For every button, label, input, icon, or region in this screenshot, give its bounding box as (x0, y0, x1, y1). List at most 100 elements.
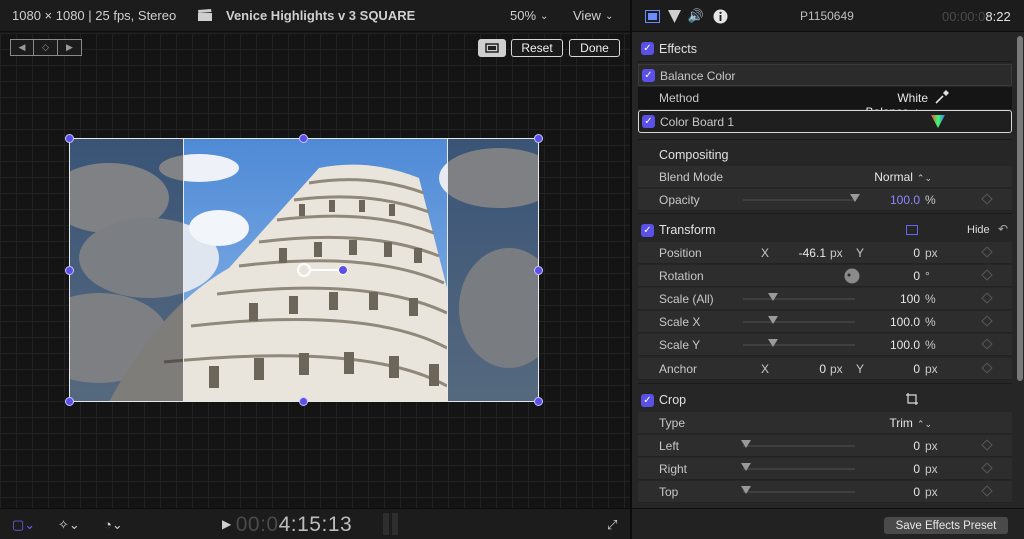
scale-all-slider[interactable] (743, 298, 855, 300)
popup-arrows-icon: ⌃⌄ (916, 419, 932, 429)
position-y-unit: px (925, 246, 938, 260)
add-keyframe-button[interactable]: ◇ (34, 39, 58, 56)
rotation-value[interactable]: 0 (888, 269, 920, 283)
handle-middle-right[interactable] (534, 266, 543, 275)
color-board-row[interactable]: ✓ Color Board 1 (638, 110, 1012, 133)
save-effects-preset-button[interactable]: Save Effects Preset (884, 517, 1008, 534)
balance-color-checkbox[interactable]: ✓ (642, 69, 655, 82)
crop-type-popup[interactable]: Trim ⌃⌄ (878, 416, 932, 430)
done-button[interactable]: Done (569, 39, 620, 57)
opacity-slider-knob[interactable] (850, 194, 860, 202)
scale-y-slider-knob[interactable] (768, 339, 778, 347)
crop-left-slider-knob[interactable] (741, 440, 751, 448)
color-board-checkbox[interactable]: ✓ (642, 115, 655, 128)
view-menu-label: View (573, 8, 601, 23)
eyedropper-icon[interactable] (934, 89, 950, 105)
scale-all-slider-knob[interactable] (768, 293, 778, 301)
inspector-scrollbar[interactable] (1017, 36, 1023, 381)
crop-right-slider-knob[interactable] (741, 463, 751, 471)
crop-top-slider[interactable] (743, 491, 855, 493)
color-inspector-icon[interactable] (666, 8, 682, 24)
scale-all-keyframe-icon[interactable] (981, 292, 993, 304)
magic-wand-icon[interactable]: ✧⌄ (58, 517, 80, 533)
play-icon[interactable]: ▶ (222, 517, 232, 531)
clip-duration: 00:00:08:22 (942, 9, 1011, 24)
opacity-slider[interactable] (743, 199, 855, 201)
zoom-menu[interactable]: 50% ⌄ (510, 8, 548, 23)
scale-y-slider[interactable] (743, 344, 855, 346)
transform-onscreen-icon[interactable] (906, 225, 918, 235)
position-y-axis: Y (856, 246, 865, 260)
handle-bottom-right[interactable] (534, 397, 543, 406)
opacity-value[interactable]: 100.0 (868, 193, 920, 207)
color-board-icon[interactable] (931, 115, 945, 128)
scale-x-value[interactable]: 100.0 (878, 315, 920, 329)
position-anchor-icon[interactable] (297, 263, 311, 277)
crop-mode-button[interactable] (478, 39, 506, 57)
blend-mode-popup[interactable]: Normal ⌃⌄ (866, 170, 932, 184)
crop-top-value[interactable]: 0 (888, 485, 920, 499)
previous-keyframe-button[interactable]: ◀ (10, 39, 34, 56)
scale-all-value[interactable]: 100 (878, 292, 920, 306)
crop-onscreen-icon[interactable] (906, 393, 918, 405)
position-keyframe-icon[interactable] (981, 246, 993, 258)
handle-bottom-center[interactable] (299, 397, 308, 406)
anchor-y-axis: Y (856, 362, 865, 376)
retime-speed-icon[interactable]: ◔⌄ (104, 517, 123, 533)
crop-right-slider[interactable] (743, 468, 855, 470)
video-inspector-icon[interactable] (644, 8, 660, 24)
effects-checkbox[interactable]: ✓ (641, 42, 654, 55)
crop-right-value[interactable]: 0 (888, 462, 920, 476)
handle-top-right[interactable] (534, 134, 543, 143)
anchor-x-value[interactable]: 0 (788, 362, 826, 376)
scale-x-keyframe-icon[interactable] (981, 315, 993, 327)
scale-y-label: Scale Y (659, 338, 701, 352)
crop-right-keyframe-icon[interactable] (981, 462, 993, 474)
handle-bottom-left[interactable] (65, 397, 74, 406)
project-name: Venice Highlights v 3 SQUARE (226, 8, 416, 23)
crop-checkbox[interactable]: ✓ (641, 394, 654, 407)
transform-tool-icon[interactable]: ▢⌄ (12, 517, 35, 533)
crop-right-row: Right 0 px (638, 458, 1012, 480)
effects-section-header: ✓ Effects (638, 36, 1012, 62)
crop-type-row: Type Trim ⌃⌄ (638, 412, 1012, 434)
info-inspector-icon[interactable] (712, 8, 728, 24)
next-keyframe-button[interactable]: ▶ (58, 39, 82, 56)
position-y-value[interactable]: 0 (888, 246, 920, 260)
opacity-keyframe-icon[interactable] (981, 193, 993, 205)
transform-hide-button[interactable]: Hide (967, 224, 990, 236)
reset-arrow-icon[interactable]: ↶ (998, 222, 1008, 236)
timecode-display: ▶ 00:04:15:13 (222, 513, 352, 537)
rotation-dial-icon[interactable] (844, 268, 860, 284)
crop-left-keyframe-icon[interactable] (981, 439, 993, 451)
handle-middle-left[interactable] (65, 266, 74, 275)
zoom-value: 50% (510, 8, 537, 23)
scale-y-value[interactable]: 100.0 (878, 338, 920, 352)
position-x-value[interactable]: -46.1 (788, 246, 826, 260)
view-menu[interactable]: View ⌄ (573, 8, 613, 23)
scale-x-slider[interactable] (743, 321, 855, 323)
crop-left-slider[interactable] (743, 445, 855, 447)
handle-top-center[interactable] (299, 134, 308, 143)
scale-x-slider-knob[interactable] (768, 316, 778, 324)
crop-left-value[interactable]: 0 (888, 439, 920, 453)
viewer-canvas[interactable]: ◀ ◇ ▶ Reset Done (0, 33, 630, 508)
method-label: Method (659, 91, 700, 105)
rotation-handle[interactable] (338, 265, 348, 275)
crop-top-slider-knob[interactable] (741, 486, 751, 494)
rotation-keyframe-icon[interactable] (981, 269, 993, 281)
inspector-header: 🔊 P1150649 00:00:08:22 (632, 0, 1024, 32)
transform-checkbox[interactable]: ✓ (641, 224, 654, 237)
audio-inspector-icon[interactable]: 🔊 (688, 8, 704, 24)
compositing-section-header: Compositing (638, 142, 1012, 168)
crop-top-keyframe-icon[interactable] (981, 485, 993, 497)
fullscreen-icon[interactable]: ⤢ (607, 517, 617, 533)
crop-section-header: ✓ Crop (638, 387, 1012, 413)
balance-color-row[interactable]: ✓ Balance Color (638, 64, 1012, 86)
anchor-y-value[interactable]: 0 (888, 362, 920, 376)
reset-button[interactable]: Reset (511, 39, 563, 57)
anchor-keyframe-icon[interactable] (981, 362, 993, 374)
scale-y-keyframe-icon[interactable] (981, 338, 993, 350)
effects-title: Effects (659, 42, 697, 56)
handle-top-left[interactable] (65, 134, 74, 143)
